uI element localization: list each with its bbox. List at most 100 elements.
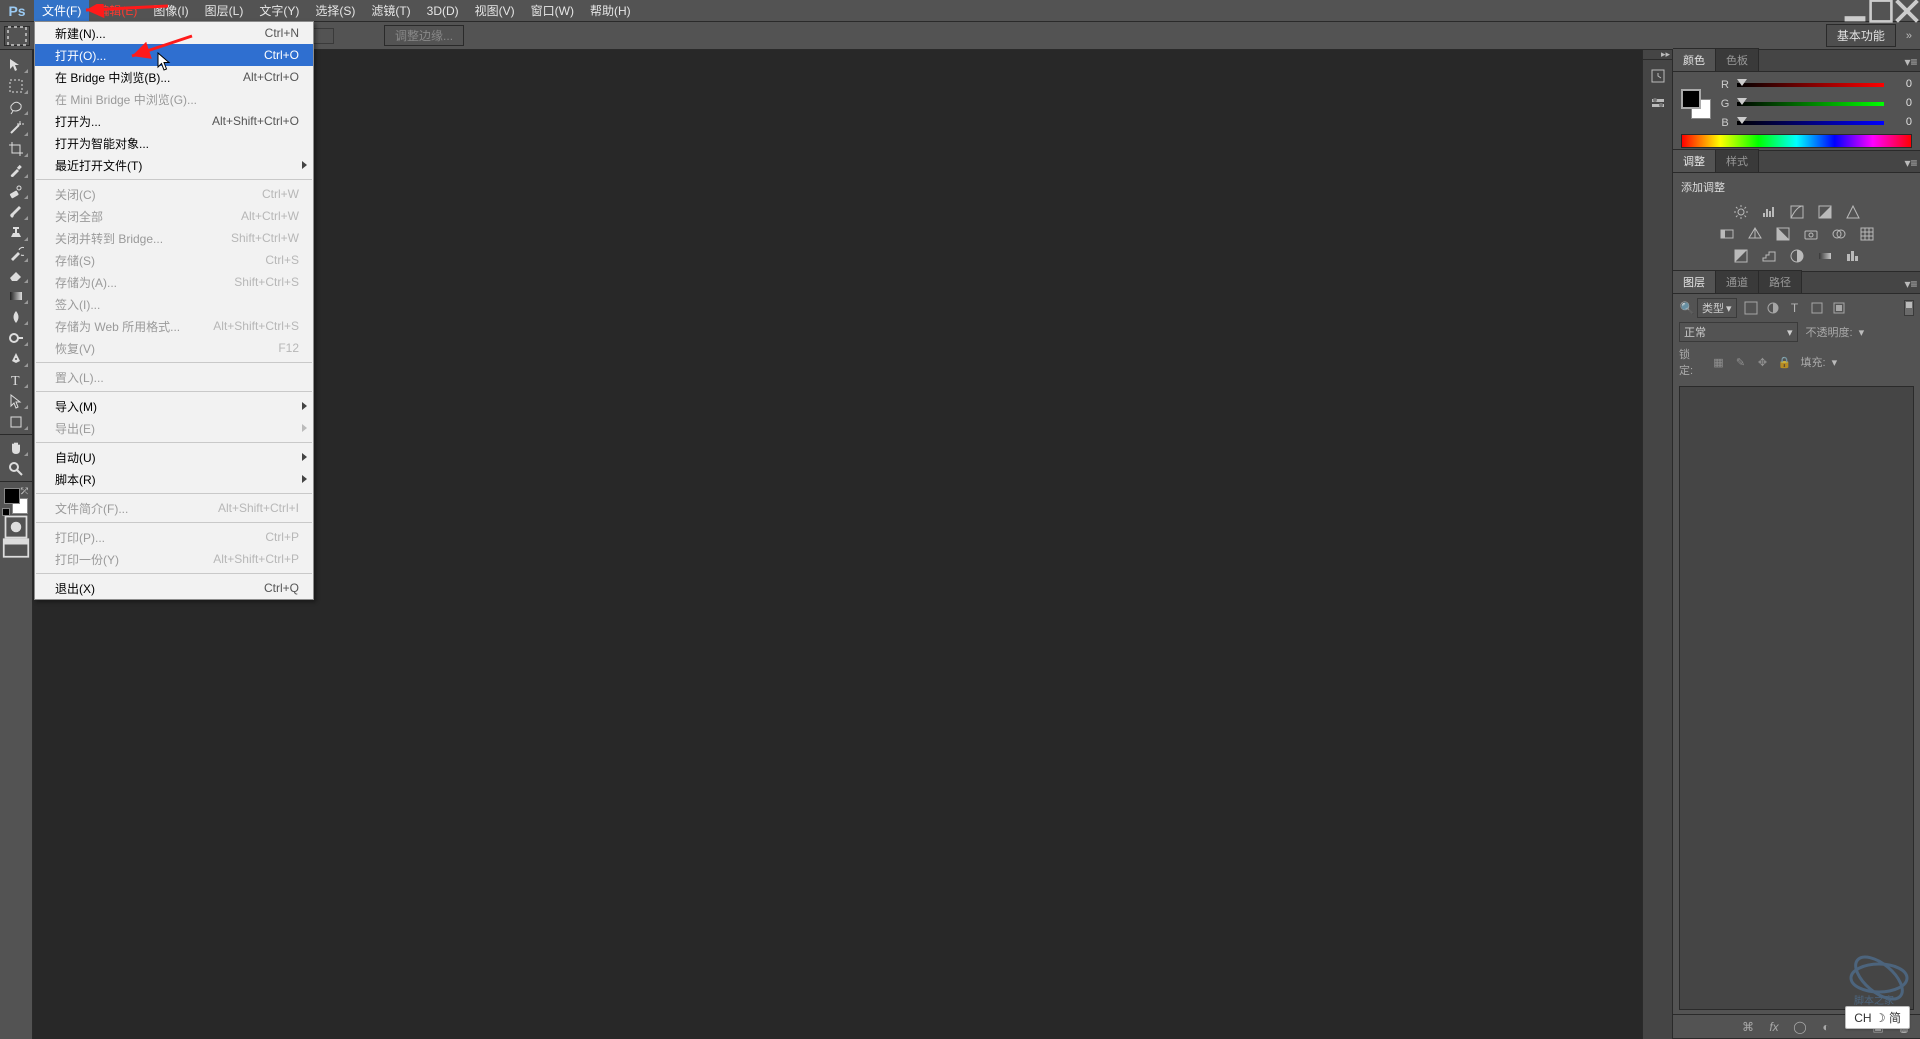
filter-adjust-icon[interactable]	[1765, 300, 1781, 316]
clone-stamp-tool[interactable]	[2, 222, 30, 243]
file-menu-item[interactable]: 自动(U)	[35, 446, 313, 468]
levels-icon[interactable]	[1760, 203, 1778, 221]
file-menu-item[interactable]: 打开为智能对象...	[35, 132, 313, 154]
channels-tab[interactable]: 通道	[1716, 270, 1759, 293]
healing-brush-tool[interactable]	[2, 180, 30, 201]
magic-wand-tool[interactable]	[2, 117, 30, 138]
photo-filter-icon[interactable]	[1802, 225, 1820, 243]
posterize-icon[interactable]	[1760, 247, 1778, 265]
blur-tool[interactable]	[2, 306, 30, 327]
layers-list[interactable]	[1679, 386, 1914, 1010]
ime-indicator[interactable]: CH ☽ 简	[1845, 1006, 1910, 1029]
lock-position-icon[interactable]: ✥	[1755, 354, 1771, 370]
layer-mask-icon[interactable]: ◯	[1792, 1019, 1808, 1035]
file-menu-item[interactable]: 最近打开文件(T)	[35, 154, 313, 176]
menu-type[interactable]: 文字(Y)	[251, 0, 307, 21]
move-tool[interactable]	[2, 54, 30, 75]
panel-menu-icon[interactable]: ▾≡	[1902, 53, 1920, 71]
gradient-tool[interactable]	[2, 285, 30, 306]
dock-expand-icon[interactable]: ▸▸	[1643, 50, 1672, 60]
vibrance-icon[interactable]	[1844, 203, 1862, 221]
menu-window[interactable]: 窗口(W)	[523, 0, 582, 21]
selective-color-icon[interactable]	[1844, 247, 1862, 265]
curves-icon[interactable]	[1788, 203, 1806, 221]
hue-icon[interactable]	[1718, 225, 1736, 243]
close-button[interactable]	[1894, 0, 1920, 21]
workspace-button[interactable]: 基本功能	[1826, 24, 1896, 47]
swap-colors-icon[interactable]: ⤱	[21, 486, 28, 497]
filter-shape-icon[interactable]	[1809, 300, 1825, 316]
minimize-button[interactable]	[1842, 0, 1868, 21]
adjustments-tab[interactable]: 调整	[1673, 149, 1716, 172]
menu-3d[interactable]: 3D(D)	[419, 0, 467, 21]
menu-file[interactable]: 文件(F)	[34, 0, 89, 21]
menu-filter[interactable]: 滤镜(T)	[363, 0, 418, 21]
file-menu-item[interactable]: 导入(M)	[35, 395, 313, 417]
foreground-background-colors[interactable]: ⤱	[2, 486, 30, 516]
bw-icon[interactable]	[1774, 225, 1792, 243]
dodge-tool[interactable]	[2, 327, 30, 348]
gradient-map-icon[interactable]	[1816, 247, 1834, 265]
active-tool-preview[interactable]	[4, 26, 30, 46]
lasso-tool[interactable]	[2, 96, 30, 117]
menu-image[interactable]: 图像(I)	[145, 0, 196, 21]
crop-tool[interactable]	[2, 138, 30, 159]
lock-pixels-icon[interactable]: ✎	[1733, 354, 1749, 370]
filter-type-icon[interactable]: T	[1787, 300, 1803, 316]
zoom-tool[interactable]	[2, 458, 30, 479]
exposure-icon[interactable]	[1816, 203, 1834, 221]
menu-layer[interactable]: 图层(L)	[197, 0, 252, 21]
channel-mixer-icon[interactable]	[1830, 225, 1848, 243]
menu-view[interactable]: 视图(V)	[467, 0, 523, 21]
brush-tool[interactable]	[2, 201, 30, 222]
eyedropper-tool[interactable]	[2, 159, 30, 180]
shape-tool[interactable]	[2, 411, 30, 432]
marquee-tool[interactable]	[2, 75, 30, 96]
color-balance-icon[interactable]	[1746, 225, 1764, 243]
refine-edge-button[interactable]: 调整边缘...	[384, 25, 464, 46]
path-select-tool[interactable]	[2, 390, 30, 411]
type-tool[interactable]: T	[2, 369, 30, 390]
workspace-expand-icon[interactable]: »	[1902, 30, 1916, 42]
eraser-tool[interactable]	[2, 264, 30, 285]
file-menu-item[interactable]: 在 Bridge 中浏览(B)...Alt+Ctrl+O	[35, 66, 313, 88]
filter-pixel-icon[interactable]	[1743, 300, 1759, 316]
pen-tool[interactable]	[2, 348, 30, 369]
file-menu-item[interactable]: 新建(N)...Ctrl+N	[35, 22, 313, 44]
b-slider[interactable]: B 0	[1719, 116, 1912, 130]
layer-filter[interactable]: 🔍 类型▾	[1679, 298, 1737, 318]
menu-select[interactable]: 选择(S)	[307, 0, 363, 21]
adjustment-layer-icon[interactable]: ◐	[1818, 1019, 1834, 1035]
maximize-button[interactable]	[1868, 0, 1894, 21]
foreground-color-swatch[interactable]	[4, 488, 20, 504]
panel-menu-icon[interactable]: ▾≡	[1902, 275, 1920, 293]
layer-fx-icon[interactable]: fx	[1766, 1019, 1782, 1035]
fill-value[interactable]: ▾	[1832, 356, 1838, 369]
filter-toggle[interactable]	[1904, 300, 1914, 316]
lock-transparent-icon[interactable]: ▦	[1711, 354, 1727, 370]
screen-mode-icon[interactable]	[2, 537, 30, 558]
brightness-icon[interactable]	[1732, 203, 1750, 221]
styles-tab[interactable]: 样式	[1716, 149, 1759, 172]
color-spectrum[interactable]	[1681, 134, 1912, 148]
file-menu-item[interactable]: 打开为...Alt+Shift+Ctrl+O	[35, 110, 313, 132]
panel-menu-icon[interactable]: ▾≡	[1902, 154, 1920, 172]
threshold-icon[interactable]	[1788, 247, 1806, 265]
link-layers-icon[interactable]: ⌘	[1740, 1019, 1756, 1035]
r-slider[interactable]: R 0	[1719, 78, 1912, 92]
invert-icon[interactable]	[1732, 247, 1750, 265]
history-brush-tool[interactable]	[2, 243, 30, 264]
menu-help[interactable]: 帮助(H)	[582, 0, 639, 21]
menu-edit[interactable]: 编辑(E)	[89, 0, 145, 21]
file-menu-item[interactable]: 打开(O)...Ctrl+O	[35, 44, 313, 66]
paths-tab[interactable]: 路径	[1759, 270, 1802, 293]
color-swatch[interactable]	[1681, 89, 1711, 119]
layers-tab[interactable]: 图层	[1673, 270, 1716, 293]
color-tab[interactable]: 颜色	[1673, 48, 1716, 71]
file-menu-item[interactable]: 退出(X)Ctrl+Q	[35, 577, 313, 599]
file-menu-item[interactable]: 脚本(R)	[35, 468, 313, 490]
lookup-icon[interactable]	[1858, 225, 1876, 243]
opacity-value[interactable]: ▾	[1859, 326, 1865, 339]
default-colors-icon[interactable]	[2, 508, 10, 516]
lock-all-icon[interactable]: 🔒	[1777, 354, 1793, 370]
